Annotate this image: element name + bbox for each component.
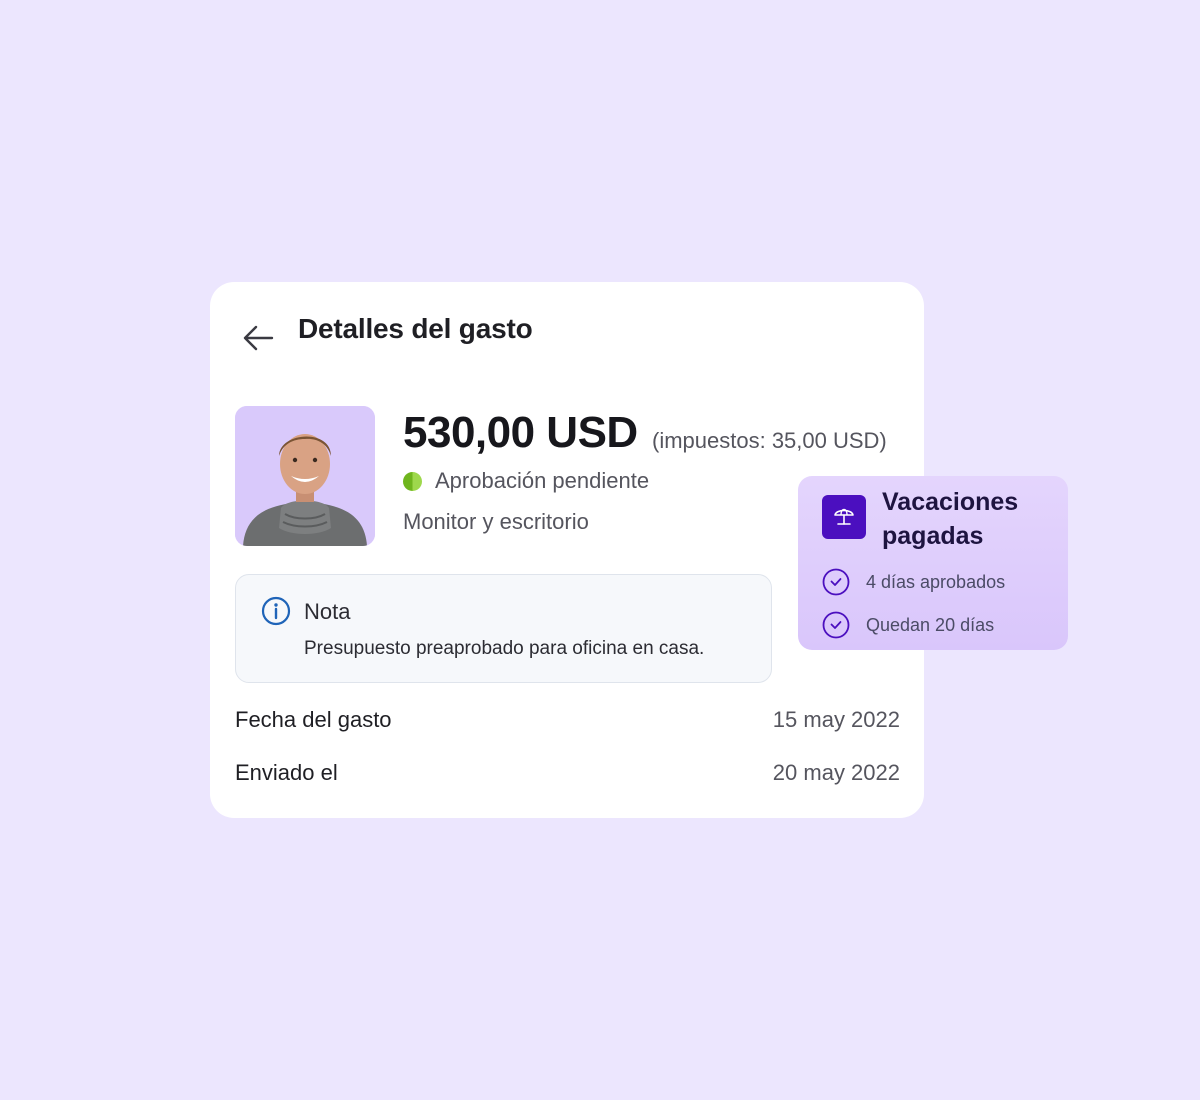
status-row: Aprobación pendiente [403,468,649,494]
status-text: Aprobación pendiente [435,468,650,493]
detail-value: 20 may 2022 [772,760,900,785]
detail-value: 15 may 2022 [772,707,900,732]
expense-amount: 530,00 USD [403,408,638,457]
note-box: Nota Presupuesto preaprobado para oficin… [235,574,772,683]
note-title: Nota [304,599,351,624]
vacation-item-label: Quedan 20 días [866,614,995,635]
arrow-left-icon [243,325,274,351]
detail-row-submitted: Enviado el 20 may 2022 [235,760,900,786]
vacation-item-approved: 4 días aprobados [822,568,1005,596]
expense-category: Monitor y escritorio [403,509,589,534]
detail-row-expense-date: Fecha del gasto 15 may 2022 [235,707,900,733]
tax-amount: (impuestos: 35,00 USD) [652,428,887,453]
page-title: Detalles del gasto [298,313,533,344]
info-icon [261,596,291,626]
vacation-title: Vacaciones pagadas [882,488,1019,550]
note-text: Presupuesto preaprobado para oficina en … [304,638,705,659]
paid-vacation-card: Vacaciones pagadas 4 días aprobados Qued… [798,476,1068,650]
check-circle-icon [822,611,850,639]
detail-label: Enviado el [235,760,338,785]
status-indicator-icon [403,471,422,491]
avatar [235,406,375,546]
vacation-item-remaining: Quedan 20 días [822,611,994,639]
back-button[interactable] [238,320,278,356]
beach-umbrella-icon [822,495,866,539]
vacation-item-label: 4 días aprobados [866,571,1006,592]
check-circle-icon [822,568,850,596]
detail-label: Fecha del gasto [235,707,392,732]
person-avatar-icon [235,406,375,546]
